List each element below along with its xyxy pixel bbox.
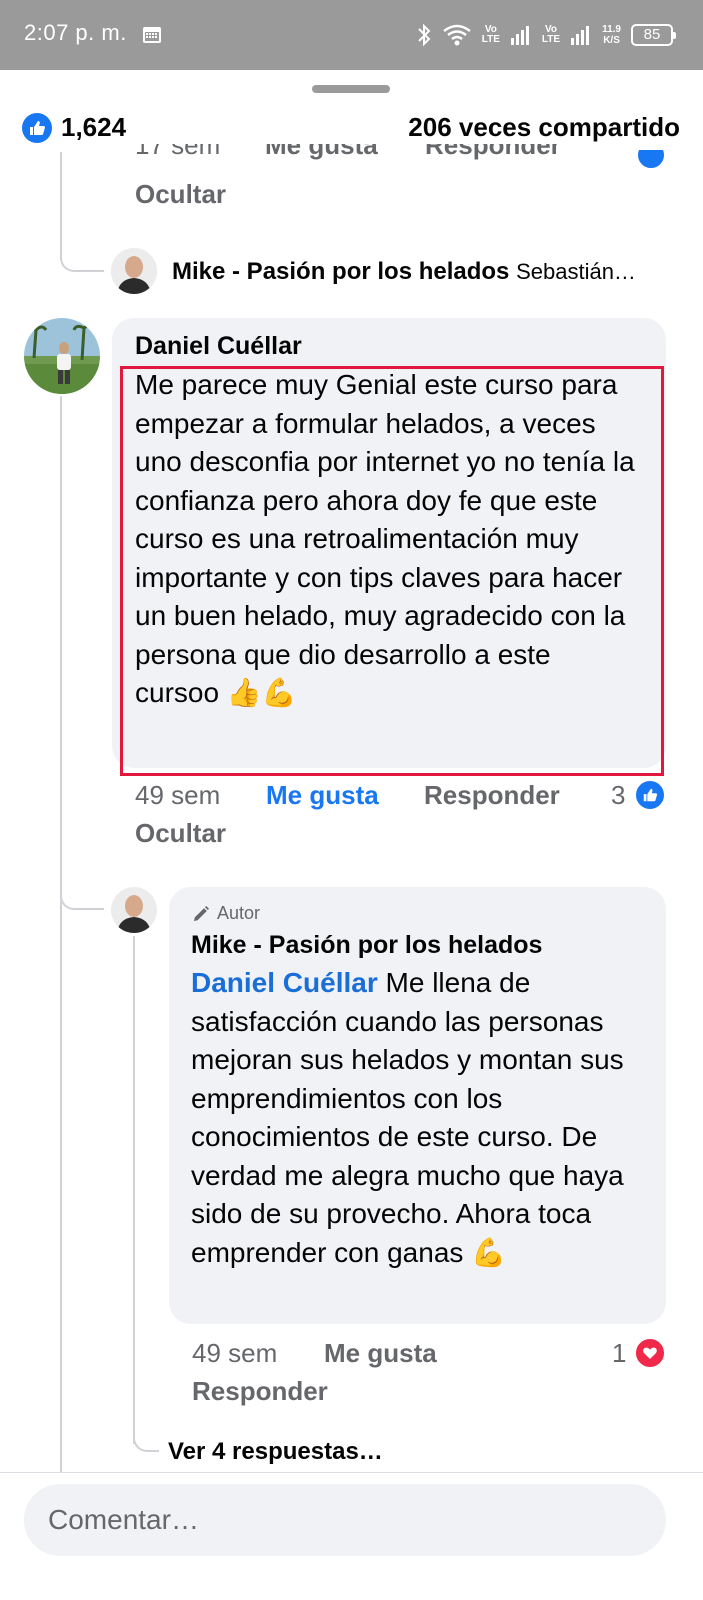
reply-preview-avatar[interactable]	[111, 248, 157, 294]
thread-line-reply-curve	[60, 896, 104, 910]
calendar-icon	[143, 27, 161, 43]
comment-author[interactable]: Daniel Cuéllar	[135, 332, 302, 361]
volte-2: Vo LTE	[541, 24, 561, 45]
thread-line-prev	[60, 152, 62, 260]
love-reaction-icon	[634, 1337, 666, 1369]
reply-text: Daniel Cuéllar Me llena de satisfacción …	[191, 964, 651, 1272]
highlight-box	[120, 366, 664, 776]
reply-time: 49 sem	[192, 1338, 278, 1368]
author-badge: Autor	[191, 903, 260, 924]
commenter-avatar[interactable]	[24, 318, 100, 394]
thread-line-reply	[133, 936, 135, 1444]
thread-line-prev-curve	[60, 258, 104, 272]
comment-time: 49 sem	[135, 780, 221, 810]
comment-reaction-count[interactable]: 3	[611, 780, 625, 811]
sheet-drag-handle[interactable]	[312, 85, 390, 93]
reply-like-button[interactable]: Me gusta	[324, 1338, 437, 1369]
battery-icon: 85	[631, 24, 676, 46]
reply-preview-name: Mike - Pasión por los helados	[172, 258, 510, 285]
signal-icon-1	[510, 26, 529, 45]
thread-line-main	[60, 396, 62, 1472]
reply-mention[interactable]: Daniel Cuéllar	[191, 967, 378, 998]
network-speed: 11.9 K/S	[602, 24, 621, 46]
prev-hide-button[interactable]: Ocultar	[135, 179, 226, 210]
wifi-icon	[443, 24, 471, 46]
status-time: 2:07 p. m.	[24, 20, 127, 45]
reply-body: Me llena de satisfacción cuando las pers…	[191, 967, 624, 1268]
reply-reply-button[interactable]: Responder	[192, 1376, 328, 1407]
thread-line-more-curve	[133, 1438, 159, 1452]
reply-author-avatar[interactable]	[111, 887, 157, 933]
volte-1: Vo LTE	[481, 24, 500, 45]
composer-divider	[0, 1472, 703, 1473]
comment-reply-button[interactable]: Responder	[424, 780, 560, 811]
shares-count[interactable]: 206 veces compartido	[408, 112, 680, 143]
bluetooth-icon	[418, 23, 431, 47]
comment-like-badge-icon	[634, 779, 666, 811]
reply-bubble[interactable]: Autor Mike - Pasión por los helados Dani…	[169, 887, 666, 1324]
reply-preview[interactable]: Mike - Pasión por los helados Sebastián…	[172, 258, 667, 286]
like-reaction-icon	[22, 113, 52, 143]
comment-composer[interactable]	[24, 1484, 666, 1556]
signal-icon-2	[571, 26, 590, 45]
pencil-icon	[194, 905, 209, 921]
post-stats: 1,624 206 veces compartido	[22, 110, 680, 146]
view-more-replies[interactable]: Ver 4 respuestas…	[168, 1438, 383, 1466]
reply-preview-text: Sebastián…	[516, 259, 636, 284]
comment-like-button[interactable]: Me gusta	[266, 780, 379, 811]
reply-author[interactable]: Mike - Pasión por los helados	[191, 931, 542, 960]
status-bar: 2:07 p. m. Vo LTE Vo LTE 11.9 K/S 85	[0, 0, 703, 70]
likes-count[interactable]: 1,624	[61, 112, 126, 143]
author-badge-label: Autor	[217, 903, 261, 923]
comment-input[interactable]	[48, 1484, 638, 1556]
prev-comment-actions: 17 sem Me gusta Responder	[135, 144, 561, 160]
reply-reaction-count[interactable]: 1	[612, 1338, 626, 1369]
comment-hide-button[interactable]: Ocultar	[135, 818, 226, 849]
status-icons: Vo LTE Vo LTE 11.9 K/S 85	[416, 18, 676, 52]
